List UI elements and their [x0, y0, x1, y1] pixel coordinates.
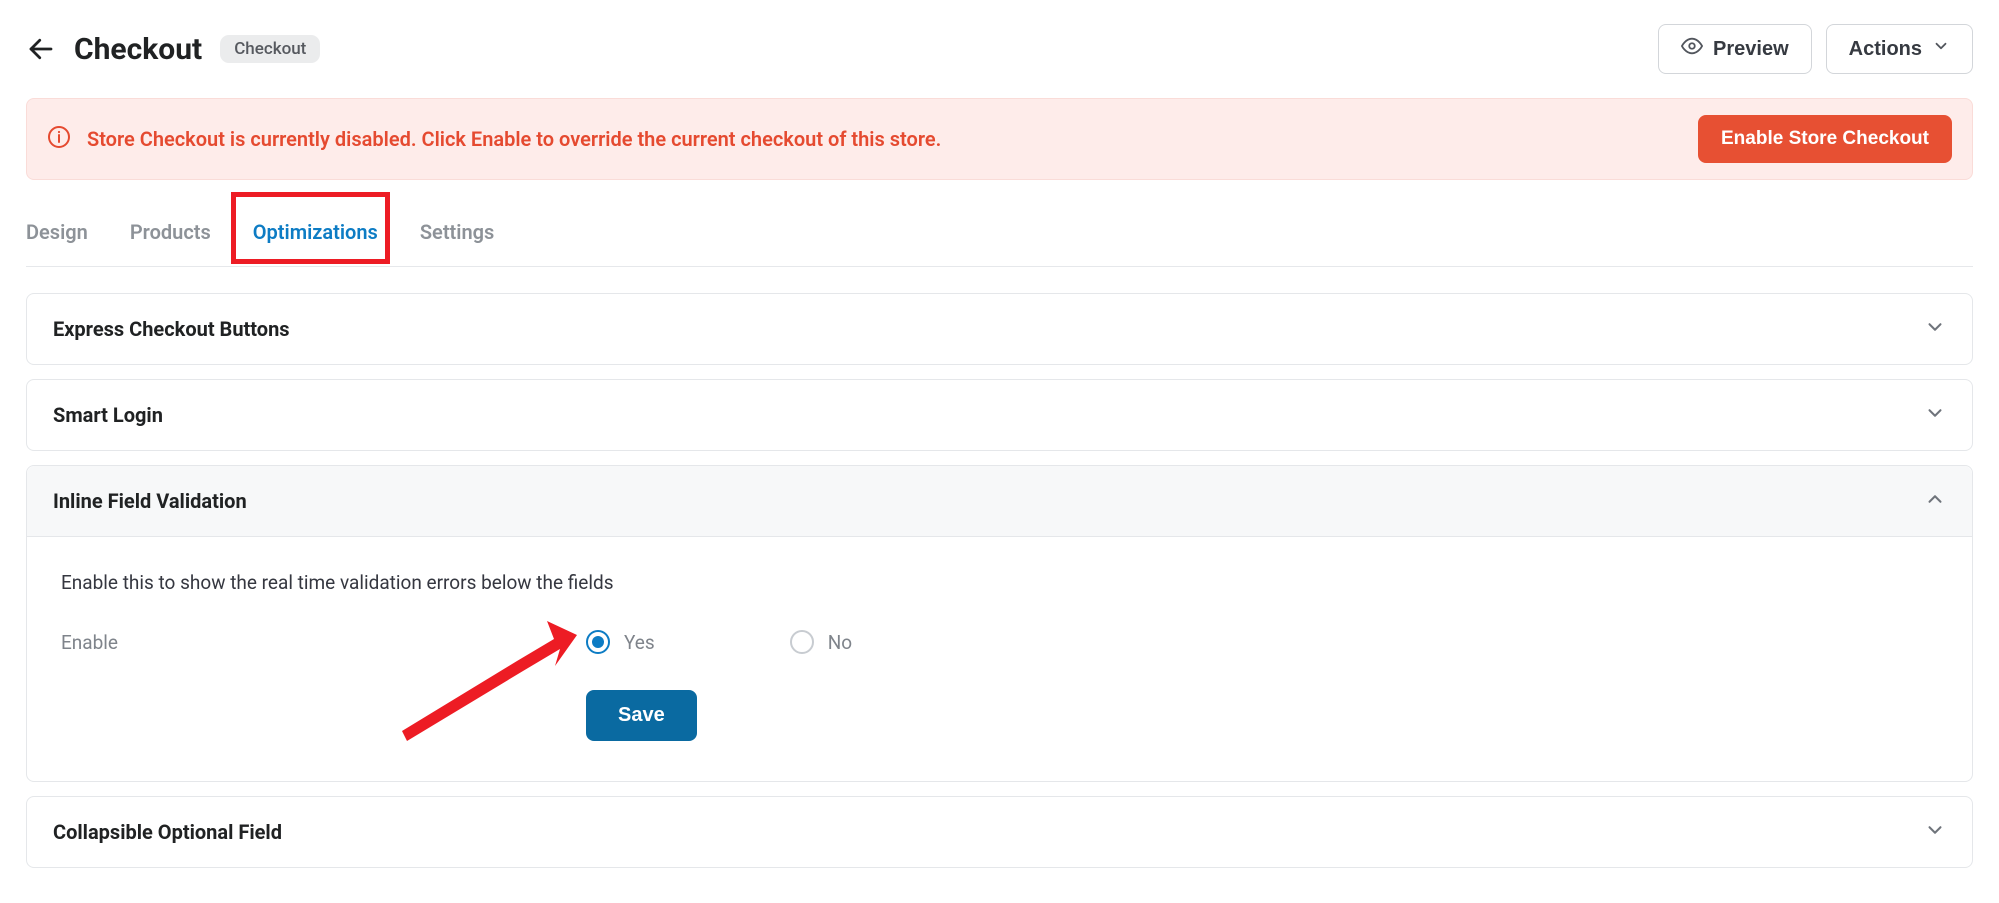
panel-header-collapsible-optional-field[interactable]: Collapsible Optional Field [27, 797, 1972, 867]
save-button[interactable]: Save [586, 690, 697, 741]
chevron-up-icon [1924, 488, 1946, 514]
chevron-down-icon [1932, 37, 1950, 61]
back-arrow-icon[interactable] [26, 34, 56, 64]
chevron-down-icon [1924, 316, 1946, 342]
enable-store-checkout-button[interactable]: Enable Store Checkout [1698, 115, 1952, 163]
panel-inline-field-validation: Inline Field Validation Enable this to s… [26, 465, 1973, 782]
actions-button[interactable]: Actions [1826, 24, 1973, 74]
panel-header-smart-login[interactable]: Smart Login [27, 380, 1972, 450]
radio-label-no: No [828, 631, 852, 654]
info-circle-icon [47, 125, 71, 153]
preview-button[interactable]: Preview [1658, 24, 1812, 74]
chevron-down-icon [1924, 402, 1946, 428]
panel-title: Collapsible Optional Field [53, 820, 282, 844]
chevron-down-icon [1924, 819, 1946, 845]
tab-products[interactable]: Products [130, 210, 211, 266]
eye-icon [1681, 35, 1703, 63]
page-badge: Checkout [220, 35, 320, 63]
enable-form-row: Enable Yes No [61, 630, 1938, 654]
panel-header-inline-field-validation[interactable]: Inline Field Validation [27, 466, 1972, 537]
radio-label-yes: Yes [624, 631, 655, 654]
header-actions: Preview Actions [1658, 24, 1973, 74]
tab-settings[interactable]: Settings [420, 210, 494, 266]
panel-smart-login: Smart Login [26, 379, 1973, 451]
alert-message: Store Checkout is currently disabled. Cl… [87, 127, 941, 151]
panel-express-checkout: Express Checkout Buttons [26, 293, 1973, 365]
preview-label: Preview [1713, 38, 1789, 61]
page-title: Checkout [74, 32, 202, 67]
panel-title: Express Checkout Buttons [53, 317, 290, 341]
panel-header-express-checkout[interactable]: Express Checkout Buttons [27, 294, 1972, 364]
radio-option-yes[interactable]: Yes [586, 630, 655, 654]
warning-alert: Store Checkout is currently disabled. Cl… [26, 98, 1973, 180]
panel-description: Enable this to show the real time valida… [61, 571, 1938, 594]
panel-title: Smart Login [53, 403, 163, 427]
tab-optimizations[interactable]: Optimizations [253, 210, 378, 266]
enable-label: Enable [61, 631, 586, 654]
panel-collapsible-optional-field: Collapsible Optional Field [26, 796, 1973, 868]
page-header: Checkout Checkout Preview Actions [26, 24, 1973, 74]
tab-design[interactable]: Design [26, 210, 88, 266]
panel-title: Inline Field Validation [53, 489, 247, 513]
alert-left: Store Checkout is currently disabled. Cl… [47, 125, 941, 153]
tabs-nav: Design Products Optimizations Settings [26, 210, 1973, 267]
header-left: Checkout Checkout [26, 32, 320, 67]
radio-indicator [790, 630, 814, 654]
radio-indicator-selected [586, 630, 610, 654]
radio-option-no[interactable]: No [790, 630, 852, 654]
actions-label: Actions [1849, 38, 1922, 61]
panel-body: Enable this to show the real time valida… [27, 537, 1972, 781]
enable-radio-group: Yes No [586, 630, 852, 654]
